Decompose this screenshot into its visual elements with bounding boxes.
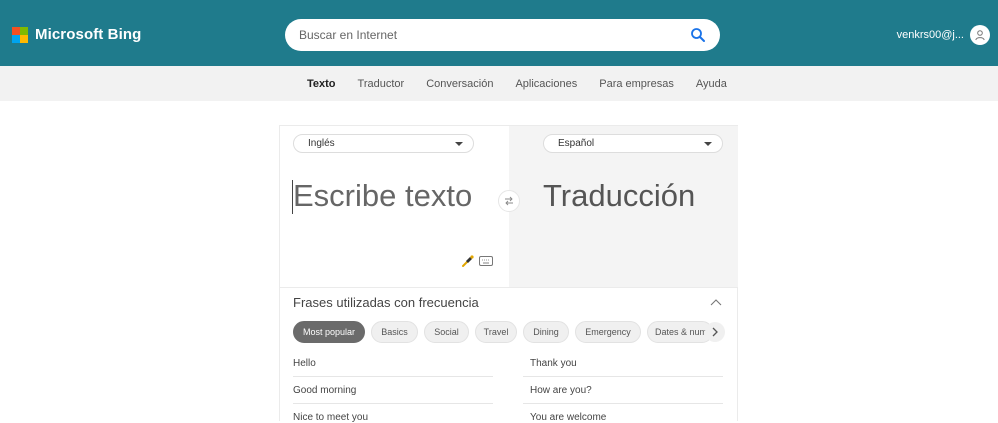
main-nav: Texto Traductor Conversación Aplicacione… <box>307 66 749 101</box>
nav-item-para-empresas[interactable]: Para empresas <box>599 78 674 90</box>
phrase-item[interactable]: Good morning <box>293 385 356 396</box>
search-icon[interactable] <box>690 27 706 43</box>
source-language-select[interactable]: Inglés <box>293 134 474 153</box>
chevron-down-icon <box>704 142 712 146</box>
header-bar: Microsoft Bing venkrs00@j... <box>0 0 998 66</box>
nav-item-ayuda[interactable]: Ayuda <box>696 78 727 90</box>
bing-logo[interactable]: Microsoft Bing <box>12 26 141 43</box>
chip-basics[interactable]: Basics <box>371 321 418 343</box>
translation-output: Traducción <box>543 178 696 213</box>
phrase-item[interactable]: Thank you <box>530 358 577 369</box>
target-language-label: Español <box>558 138 595 149</box>
chip-social[interactable]: Social <box>424 321 469 343</box>
user-account[interactable]: venkrs00@j... <box>897 25 990 45</box>
phrase-item[interactable]: You are welcome <box>530 412 606 423</box>
search-input[interactable] <box>299 19 679 51</box>
swap-languages-button[interactable] <box>498 190 520 212</box>
search-box <box>285 19 720 51</box>
chevron-right-icon <box>712 327 718 337</box>
chip-dining[interactable]: Dining <box>523 321 569 343</box>
swap-icon <box>505 196 513 206</box>
phrase-item[interactable]: Hello <box>293 358 316 369</box>
nav-item-aplicaciones[interactable]: Aplicaciones <box>515 78 577 90</box>
phrase-item[interactable]: Nice to meet you <box>293 412 368 423</box>
row-divider <box>293 376 493 377</box>
user-icon <box>975 30 985 41</box>
chevron-down-icon <box>455 142 463 146</box>
nav-band: Texto Traductor Conversación Aplicacione… <box>0 66 998 101</box>
chip-travel[interactable]: Travel <box>475 321 517 343</box>
avatar[interactable] <box>970 25 990 45</box>
row-divider <box>293 403 493 404</box>
source-language-label: Inglés <box>308 138 335 149</box>
phrase-categories: Most popular Basics Social Travel Dining… <box>293 321 713 343</box>
translator-card: Inglés Español Escribe texto Traducción … <box>279 125 738 423</box>
chip-most-popular[interactable]: Most popular <box>293 321 365 343</box>
chip-emergency[interactable]: Emergency <box>575 321 641 343</box>
source-text-input[interactable]: Escribe texto <box>293 177 493 215</box>
nav-item-conversacion[interactable]: Conversación <box>426 78 493 90</box>
chevron-up-icon[interactable] <box>710 298 722 306</box>
user-name: venkrs00@j... <box>896 29 964 41</box>
chip-dates-numbers[interactable]: Dates & numbers <box>647 321 713 343</box>
pen-tool-icon[interactable] <box>461 254 475 268</box>
card-divider <box>280 287 737 288</box>
target-language-select[interactable]: Español <box>543 134 723 153</box>
nav-item-texto[interactable]: Texto <box>307 78 336 90</box>
brand-name: Microsoft Bing <box>35 26 142 43</box>
microsoft-logo-icon <box>12 26 28 43</box>
phrase-item[interactable]: How are you? <box>530 385 592 396</box>
row-divider <box>523 403 723 404</box>
nav-item-traductor[interactable]: Traductor <box>358 78 405 90</box>
keyboard-icon[interactable] <box>479 255 493 267</box>
row-divider <box>523 376 723 377</box>
categories-next-button[interactable] <box>705 322 725 342</box>
phrases-title: Frases utilizadas con frecuencia <box>293 295 479 310</box>
